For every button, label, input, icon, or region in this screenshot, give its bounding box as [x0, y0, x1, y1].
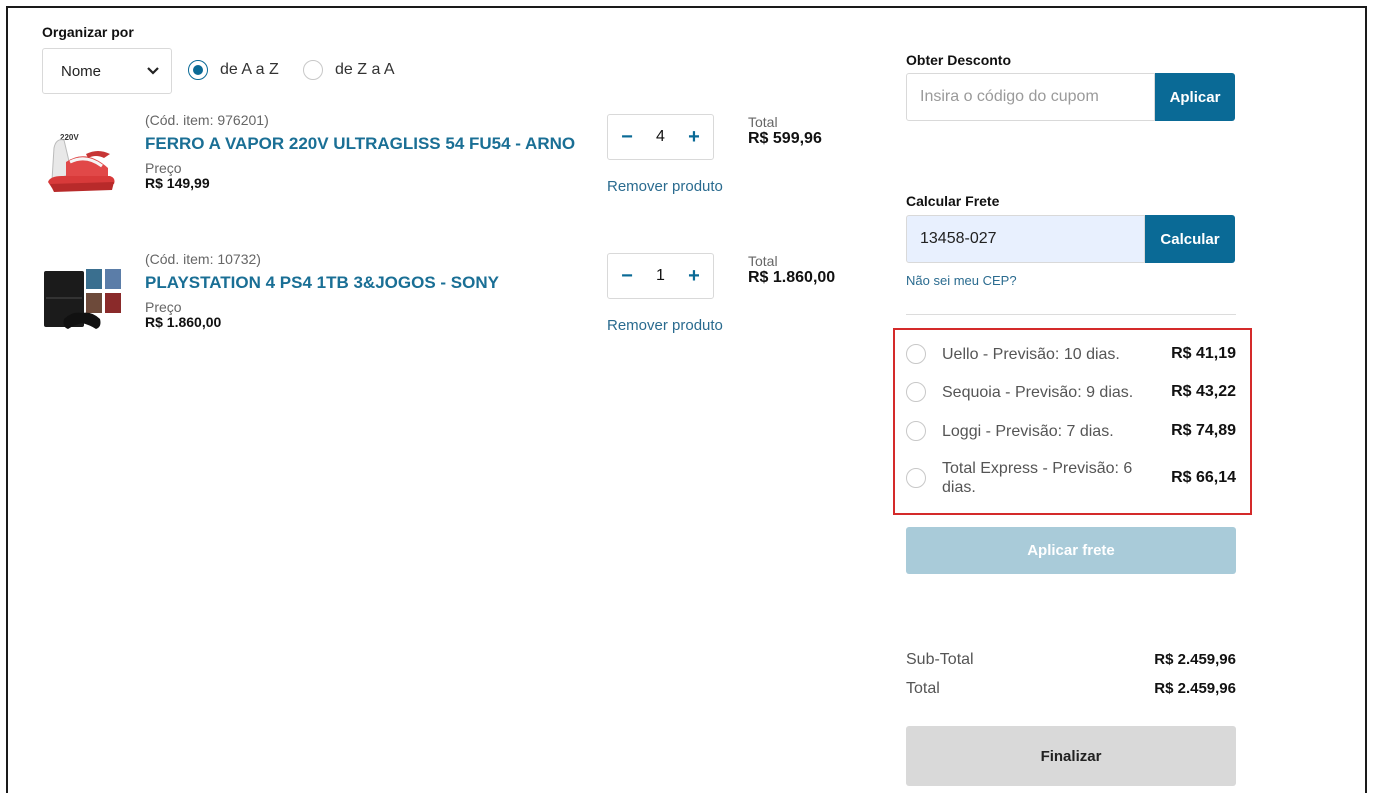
product-code: (Cód. item: 10732): [145, 251, 261, 267]
finish-button[interactable]: Finalizar: [906, 726, 1236, 786]
radio-selected-icon[interactable]: [188, 60, 208, 80]
radio-empty-icon[interactable]: [303, 60, 323, 80]
shipping-option-price: R$ 66,14: [1171, 469, 1236, 486]
quantity-stepper: − 1 +: [607, 253, 714, 299]
sort-select[interactable]: Nome: [42, 48, 172, 94]
quantity-stepper: − 4 +: [607, 114, 714, 160]
shipping-option-name: Loggi - Previsão: 7 dias.: [942, 422, 1114, 440]
shipping-option-name: Total Express - Previsão: 6 dias.: [942, 460, 1133, 496]
item-total-value: R$ 1.860,00: [748, 269, 836, 286]
total-row: Total R$ 2.459,96: [906, 680, 1236, 698]
calculate-freight-button[interactable]: Calcular: [1145, 215, 1235, 263]
shipping-option-name: Uello - Previsão: 10 dias.: [942, 345, 1120, 363]
product-name-link[interactable]: PLAYSTATION 4 PS4 1TB 3&JOGOS - SONY: [145, 273, 499, 293]
item-total-label: Total: [748, 114, 778, 130]
remove-product-link[interactable]: Remover produto: [607, 317, 723, 334]
price-label: Preço: [145, 160, 182, 176]
radio-empty-icon[interactable]: [906, 468, 926, 488]
subtotal-label: Sub-Total: [906, 651, 974, 668]
radio-empty-icon[interactable]: [906, 421, 926, 441]
cep-input[interactable]: 13458-027: [906, 215, 1145, 263]
shipping-option-price: R$ 41,19: [1171, 345, 1236, 362]
product-code: (Cód. item: 976201): [145, 112, 269, 128]
quantity-value[interactable]: 1: [656, 267, 665, 285]
cart-item: (Cód. item: 10732) PLAYSTATION 4 PS4 1TB…: [42, 251, 862, 341]
item-total-value: R$ 599,96: [748, 130, 822, 147]
shipping-option-price: R$ 74,89: [1171, 422, 1236, 439]
apply-freight-button[interactable]: Aplicar frete: [906, 527, 1236, 574]
sort-option-desc[interactable]: de Z a A: [303, 60, 395, 80]
subtotal-row: Sub-Total R$ 2.459,96: [906, 651, 1236, 669]
increase-quantity-button[interactable]: +: [687, 127, 701, 147]
sort-label: Organizar por: [42, 24, 134, 40]
sort-option-desc-label: de Z a A: [335, 61, 395, 78]
subtotal-value: R$ 2.459,96: [1154, 651, 1236, 668]
shipping-option[interactable]: Uello - Previsão: 10 dias. R$ 41,19: [906, 344, 1236, 364]
product-image-steam-iron: 220V: [42, 118, 128, 198]
unknown-cep-link[interactable]: Não sei meu CEP?: [906, 273, 1017, 288]
shipping-option[interactable]: Loggi - Previsão: 7 dias. R$ 74,89: [906, 421, 1236, 441]
apply-coupon-button[interactable]: Aplicar: [1155, 73, 1235, 121]
coupon-input[interactable]: Insira o código do cupom: [906, 73, 1155, 121]
discount-heading: Obter Desconto: [906, 52, 1012, 68]
cart-item: 220V (Cód. item: 976201) FERRO A VAPOR 2…: [42, 112, 862, 202]
chevron-down-icon: [147, 65, 159, 77]
decrease-quantity-button[interactable]: −: [620, 266, 634, 286]
divider: [906, 314, 1236, 315]
sort-option-asc[interactable]: de A a Z: [188, 60, 279, 80]
radio-empty-icon[interactable]: [906, 344, 926, 364]
unit-price: R$ 149,99: [145, 175, 210, 191]
shipping-option[interactable]: Total Express - Previsão: 6 dias. R$ 66,…: [906, 459, 1236, 497]
radio-empty-icon[interactable]: [906, 382, 926, 402]
increase-quantity-button[interactable]: +: [687, 266, 701, 286]
product-image-playstation: [42, 257, 128, 337]
freight-heading: Calcular Frete: [906, 193, 1000, 209]
sort-option-asc-label: de A a Z: [220, 61, 279, 78]
price-label: Preço: [145, 299, 182, 315]
shipping-option[interactable]: Sequoia - Previsão: 9 dias. R$ 43,22: [906, 382, 1236, 402]
shipping-option-price: R$ 43,22: [1171, 383, 1236, 400]
unit-price: R$ 1.860,00: [145, 314, 222, 330]
decrease-quantity-button[interactable]: −: [620, 127, 634, 147]
total-value: R$ 2.459,96: [1154, 680, 1236, 697]
product-name-link[interactable]: FERRO A VAPOR 220V ULTRAGLISS 54 FU54 - …: [145, 134, 575, 154]
remove-product-link[interactable]: Remover produto: [607, 178, 723, 195]
quantity-value[interactable]: 4: [656, 128, 665, 146]
sort-select-value: Nome: [61, 62, 102, 80]
shipping-option-name: Sequoia - Previsão: 9 dias.: [942, 383, 1134, 401]
item-total-label: Total: [748, 253, 778, 269]
total-label: Total: [906, 680, 940, 697]
